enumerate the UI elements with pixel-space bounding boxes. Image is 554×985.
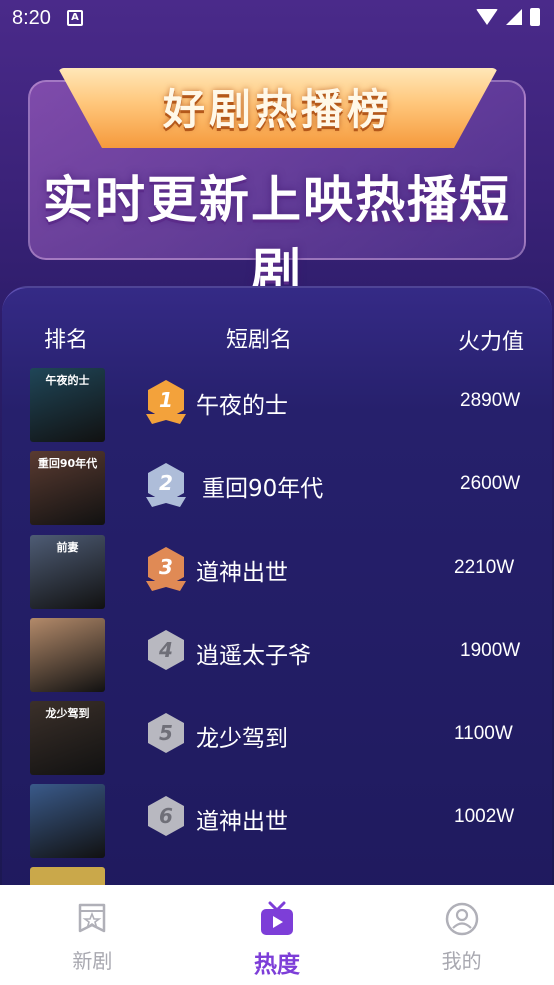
drama-title: 龙少驾到 — [196, 726, 288, 752]
rank-badge-icon: 4 — [146, 630, 186, 674]
wifi-icon — [476, 9, 498, 25]
signal-icon — [506, 9, 522, 25]
status-bar: 8:20 A — [0, 0, 554, 36]
ranking-row[interactable]: 重回90年代 2 重回90年代 2600W — [0, 451, 554, 525]
poster-thumbnail[interactable]: 重回90年代 — [30, 451, 105, 525]
rank-badge-icon: 1 — [146, 380, 186, 424]
ribbon-icon — [146, 497, 186, 507]
tab-new-label: 新剧 — [72, 949, 113, 973]
tab-new[interactable]: 新剧 — [0, 885, 185, 985]
status-time: 8:20 — [12, 6, 51, 29]
tab-mine-label: 我的 — [441, 949, 482, 973]
ribbon-icon — [146, 414, 186, 424]
badge-star-icon — [79, 903, 106, 933]
drama-title: 道神出世 — [196, 809, 288, 835]
user-circle-icon — [445, 902, 478, 936]
poster-thumbnail[interactable]: 午夜的士 — [30, 368, 105, 442]
ribbon-icon — [146, 581, 186, 591]
tab-hot[interactable]: 热度 — [185, 885, 370, 985]
banner-title: 好剧热播榜 — [162, 85, 393, 134]
drama-title: 道神出世 — [196, 560, 288, 586]
rank-badge-icon: 5 — [146, 713, 186, 757]
thumbnail-partial — [30, 867, 105, 887]
rank-number: 4 — [148, 630, 184, 670]
status-icons — [476, 8, 540, 26]
rank-badge-icon: 6 — [146, 796, 186, 840]
ranking-row[interactable]: 午夜的士 1 午夜的士 2890W — [0, 368, 554, 442]
banner-subtitle: 实时更新上映热播短剧 — [43, 171, 511, 301]
drama-title: 重回90年代 — [202, 476, 324, 502]
ranking-row[interactable]: 前妻 3 道神出世 2210W — [0, 535, 554, 609]
heat-value: 1002W — [454, 806, 515, 827]
heat-value: 1900W — [460, 640, 521, 661]
rank-badge-icon: 2 — [146, 463, 186, 507]
header-rank: 排名 — [44, 328, 89, 353]
header-heat: 火力值 — [458, 330, 525, 355]
tab-mine[interactable]: 我的 — [369, 885, 554, 985]
heat-value: 2210W — [454, 557, 515, 578]
poster-thumbnail[interactable]: 龙少驾到 — [30, 701, 105, 775]
heat-value: 2890W — [460, 390, 521, 411]
battery-icon — [530, 8, 540, 26]
poster-caption: 前妻 — [56, 541, 79, 554]
rank-number: 6 — [148, 796, 184, 836]
header-name: 短剧名 — [226, 328, 293, 353]
rank-number: 5 — [148, 713, 184, 753]
heat-value: 1100W — [454, 723, 513, 744]
ranking-row[interactable]: 4 逍遥太子爷 1900W — [0, 618, 554, 692]
poster-thumbnail[interactable] — [30, 618, 105, 692]
poster-thumbnail[interactable] — [30, 784, 105, 858]
drama-title: 午夜的士 — [196, 393, 288, 419]
poster-thumbnail[interactable]: 前妻 — [30, 535, 105, 609]
poster-caption: 午夜的士 — [45, 374, 90, 387]
ranking-row[interactable]: 龙少驾到 5 龙少驾到 1100W — [0, 701, 554, 775]
tab-hot-label: 热度 — [254, 952, 300, 978]
ranking-row[interactable]: 6 道神出世 1002W — [0, 784, 554, 858]
notification-icon: A — [66, 10, 83, 26]
rank-badge-icon: 3 — [146, 547, 186, 591]
heat-value: 2600W — [460, 473, 521, 494]
poster-caption: 龙少驾到 — [45, 707, 90, 720]
drama-title: 逍遥太子爷 — [196, 643, 311, 669]
tv-icon — [261, 901, 293, 935]
bottom-tab-bar: 新剧 热度 我的 — [0, 885, 554, 985]
poster-caption: 重回90年代 — [37, 457, 98, 470]
